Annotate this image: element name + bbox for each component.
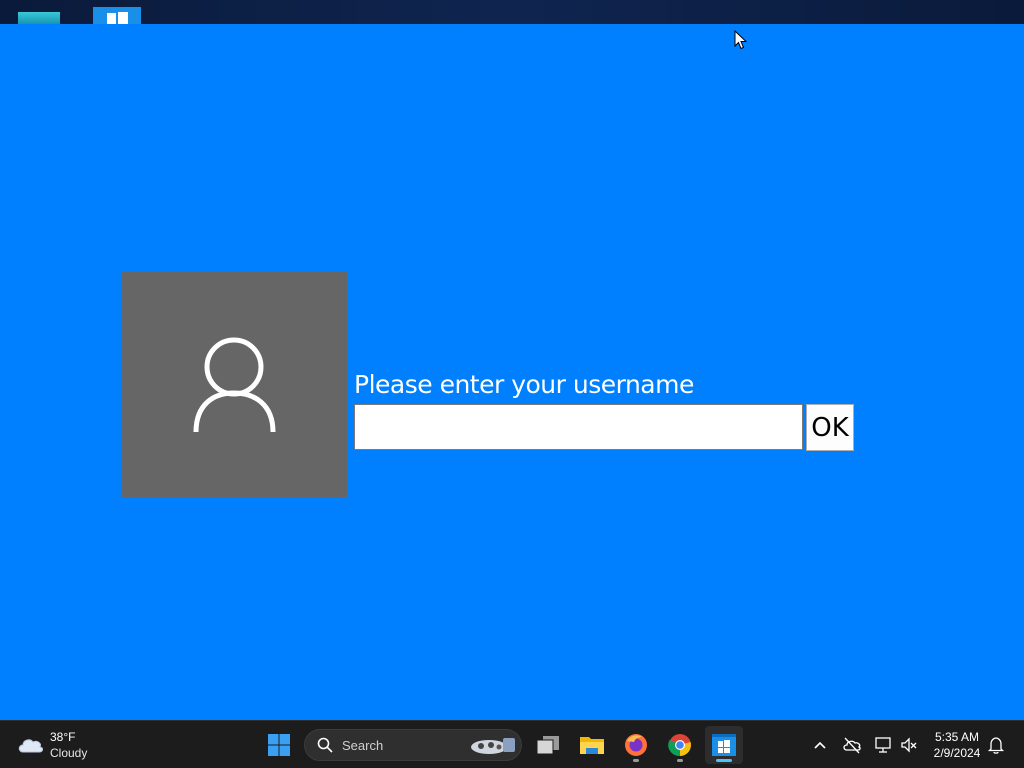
cloud-offline-icon[interactable] (842, 735, 862, 755)
windows-logo-icon[interactable] (93, 7, 141, 24)
running-indicator (677, 759, 683, 762)
clock-date: 2/9/2024 (933, 746, 981, 760)
search-highlight-icon (471, 738, 515, 754)
username-input[interactable] (354, 404, 803, 450)
search-input[interactable]: Search (304, 729, 522, 761)
weather-condition: Cloudy (50, 746, 88, 760)
network-icon[interactable] (873, 735, 893, 755)
active-app-button[interactable] (705, 726, 743, 764)
username-prompt-window: Please enter your username OK (0, 24, 1024, 720)
task-view-icon (536, 736, 559, 755)
firefox-icon (625, 734, 647, 756)
weather-widget[interactable]: 38°F Cloudy (16, 727, 87, 763)
prompt-label: Please enter your username (354, 370, 694, 399)
firefox-button[interactable] (617, 726, 655, 764)
running-indicator (633, 759, 639, 762)
app-window-icon (712, 734, 736, 756)
desktop-shortcut-icon[interactable] (18, 12, 60, 24)
task-view-button[interactable] (529, 726, 567, 764)
chrome-icon (668, 734, 691, 757)
clock-time: 5:35 AM (934, 730, 980, 744)
file-explorer-button[interactable] (573, 726, 611, 764)
system-clock[interactable]: 5:35 AM 2/9/2024 (928, 729, 986, 761)
desktop-background (0, 0, 1024, 24)
weather-temperature: 38°F (50, 730, 76, 744)
speaker-muted-icon[interactable] (899, 735, 919, 755)
avatar (122, 272, 347, 497)
user-avatar-icon (193, 337, 276, 433)
ok-button[interactable]: OK (806, 404, 854, 451)
search-label: Search (342, 737, 384, 753)
cloud-icon (18, 739, 43, 753)
search-icon (317, 737, 333, 753)
notification-bell-icon[interactable] (986, 735, 1006, 755)
chrome-button[interactable] (661, 726, 699, 764)
folder-icon (580, 737, 604, 754)
active-indicator (716, 759, 732, 762)
mouse-cursor-icon (734, 30, 748, 50)
chevron-up-icon[interactable] (810, 735, 830, 755)
taskbar: 38°F Cloudy Search 5:35 AM 2/9/2024 (0, 720, 1024, 768)
start-button[interactable] (260, 726, 298, 764)
windows-start-icon (268, 734, 290, 756)
